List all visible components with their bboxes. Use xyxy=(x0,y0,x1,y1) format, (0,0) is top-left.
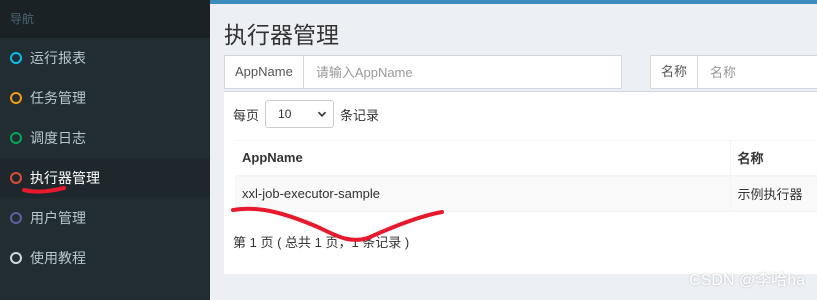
column-header-name[interactable]: 名称 xyxy=(730,140,817,177)
sidebar-item-label: 运行报表 xyxy=(30,50,86,66)
circle-outline-icon xyxy=(10,132,22,144)
sidebar-item-schedule-log[interactable]: 调度日志 xyxy=(0,118,210,158)
pagination-info: 第 1 页 ( 总共 1 页，1 条记录 ) xyxy=(233,235,410,250)
page-title: 执行器管理 xyxy=(224,22,339,48)
executor-table-box: 每页 10 条记录 AppName 名称 xxl-job-executor-sa… xyxy=(224,91,817,274)
circle-outline-icon xyxy=(10,52,22,64)
name-filter-label: 名称 xyxy=(651,56,699,88)
sidebar-item-label: 执行器管理 xyxy=(30,170,100,186)
cell-appname: xxl-job-executor-sample xyxy=(235,175,731,212)
column-header-appname[interactable]: AppName xyxy=(235,140,731,177)
sidebar-item-label: 使用教程 xyxy=(30,250,86,266)
cell-name: 示例执行器 xyxy=(730,175,817,212)
main-content: 执行器管理 AppName 名称 每页 10 条记录 AppName 名称 xyxy=(210,4,817,300)
sidebar-item-user-management[interactable]: 用户管理 xyxy=(0,198,210,238)
sidebar: 导航 运行报表 任务管理 调度日志 执行器管理 用户管理 使用教程 xyxy=(0,0,210,300)
sidebar-item-label: 用户管理 xyxy=(30,210,86,226)
executor-table: AppName 名称 xxl-job-executor-sample 示例执行器 xyxy=(235,140,817,212)
sidebar-item-label: 任务管理 xyxy=(30,90,86,106)
chevron-down-icon xyxy=(317,111,327,117)
circle-outline-icon xyxy=(10,212,22,224)
page-length-suffix: 条记录 xyxy=(340,107,380,123)
circle-outline-icon xyxy=(10,92,22,104)
watermark: CSDN @李哈ha xyxy=(689,272,805,289)
page-length-select[interactable]: 10 xyxy=(265,100,335,128)
page-length-prefix: 每页 xyxy=(233,107,260,123)
name-filter: 名称 xyxy=(650,55,817,89)
page-length-value: 10 xyxy=(278,107,292,121)
sidebar-item-tutorial[interactable]: 使用教程 xyxy=(0,238,210,278)
sidebar-nav: 运行报表 任务管理 调度日志 执行器管理 用户管理 使用教程 xyxy=(0,38,210,278)
sidebar-item-label: 调度日志 xyxy=(30,130,86,146)
appname-filter: AppName xyxy=(224,55,622,89)
sidebar-item-task-management[interactable]: 任务管理 xyxy=(0,78,210,118)
table-header-row: AppName 名称 xyxy=(235,140,817,177)
sidebar-item-run-report[interactable]: 运行报表 xyxy=(0,38,210,78)
name-input[interactable] xyxy=(698,56,817,88)
appname-filter-label: AppName xyxy=(225,56,304,88)
page-length-control: 每页 10 条记录 xyxy=(233,100,379,128)
sidebar-header: 导航 xyxy=(0,0,210,38)
sidebar-item-executor-management[interactable]: 执行器管理 xyxy=(0,158,210,198)
circle-outline-icon xyxy=(10,172,22,184)
circle-outline-icon xyxy=(10,252,22,264)
appname-input[interactable] xyxy=(303,56,614,88)
table-row[interactable]: xxl-job-executor-sample 示例执行器 xyxy=(235,175,817,212)
